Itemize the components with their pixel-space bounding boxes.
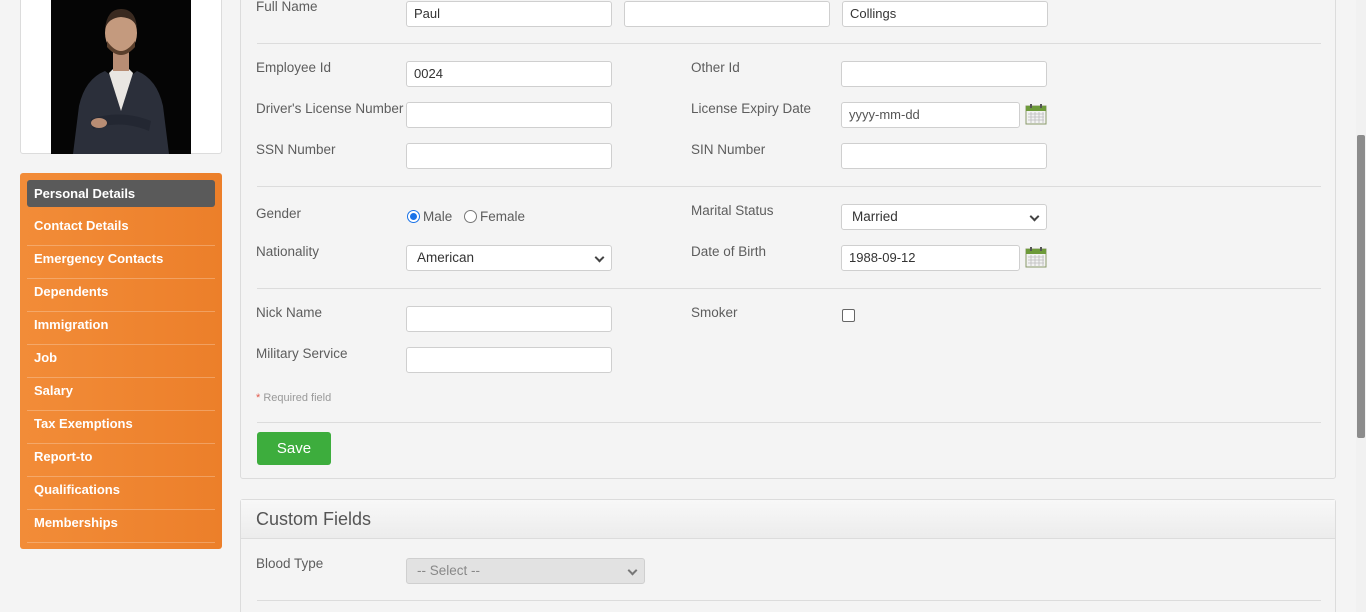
full-name-label: Full Name: [256, 0, 318, 14]
chevron-down-icon: [627, 565, 638, 576]
calendar-icon[interactable]: [1025, 103, 1047, 125]
profile-photo-frame: [20, 0, 222, 154]
sidebar-item-emergency-contacts[interactable]: Emergency Contacts: [27, 246, 215, 279]
sidebar-item-contact-details[interactable]: Contact Details: [27, 213, 215, 246]
license-number-label: Driver's License Number: [256, 101, 404, 116]
last-name-field[interactable]: Collings: [842, 1, 1048, 27]
required-text: Required field: [260, 392, 332, 404]
license-expiry-field[interactable]: yyyy-mm-dd: [841, 102, 1020, 128]
gender-label: Gender: [256, 206, 302, 221]
calendar-icon[interactable]: [1025, 246, 1047, 268]
sidebar-item-qualifications[interactable]: Qualifications: [27, 477, 215, 510]
sidebar-item-tax-exemptions[interactable]: Tax Exemptions: [27, 411, 215, 444]
nick-name-label: Nick Name: [256, 305, 323, 320]
date-of-birth-label: Date of Birth: [691, 244, 767, 259]
save-button[interactable]: Save: [257, 432, 331, 465]
date-of-birth-field[interactable]: 1988-09-12: [841, 245, 1020, 271]
divider: [257, 186, 1321, 187]
required-field-note: * Required field: [256, 392, 331, 404]
other-id-label: Other Id: [691, 60, 740, 75]
gender-male-radio[interactable]: [407, 210, 420, 223]
gender-female-label[interactable]: Female: [480, 209, 525, 224]
employee-id-label: Employee Id: [256, 60, 332, 75]
smoker-label: Smoker: [691, 305, 738, 320]
blood-type-select[interactable]: -- Select --: [406, 558, 645, 584]
marital-status-label: Marital Status: [691, 203, 774, 218]
sidebar-item-immigration[interactable]: Immigration: [27, 312, 215, 345]
sidebar-item-job[interactable]: Job: [27, 345, 215, 378]
nationality-select[interactable]: American: [406, 245, 612, 271]
scrollbar-thumb[interactable]: [1357, 135, 1365, 438]
sidebar-item-dependents[interactable]: Dependents: [27, 279, 215, 312]
marital-status-value: Married: [852, 209, 898, 224]
employee-photo-image: [51, 0, 191, 154]
sidebar-item-report-to[interactable]: Report-to: [27, 444, 215, 477]
sidebar-item-salary[interactable]: Salary: [27, 378, 215, 411]
license-expiry-label: License Expiry Date: [691, 101, 812, 116]
sidebar-item-personal-details[interactable]: Personal Details: [27, 180, 215, 207]
divider: [257, 288, 1321, 289]
ssn-label: SSN Number: [256, 142, 336, 157]
custom-fields-panel: Custom Fields Blood Type -- Select --: [240, 499, 1336, 612]
nationality-value: American: [417, 250, 475, 265]
employee-side-menu: Personal Details Contact Details Emergen…: [20, 173, 222, 549]
military-service-label: Military Service: [256, 346, 348, 361]
gender-male-label[interactable]: Male: [423, 209, 452, 224]
sidebar-item-memberships[interactable]: Memberships: [27, 510, 215, 543]
divider: [257, 43, 1321, 44]
sin-field[interactable]: [841, 143, 1047, 169]
personal-details-panel: Full Name Paul Collings Employee Id 0024…: [240, 0, 1336, 479]
first-name-field[interactable]: Paul: [406, 1, 612, 27]
chevron-down-icon: [1029, 211, 1040, 222]
nationality-label: Nationality: [256, 244, 320, 259]
divider: [257, 600, 1321, 601]
custom-fields-title: Custom Fields: [241, 500, 1335, 539]
license-number-field[interactable]: [406, 102, 612, 128]
nick-name-field[interactable]: [406, 306, 612, 332]
ssn-field[interactable]: [406, 143, 612, 169]
page-scrollbar[interactable]: [1356, 0, 1366, 612]
middle-name-field[interactable]: [624, 1, 830, 27]
chevron-down-icon: [594, 252, 605, 263]
marital-status-select[interactable]: Married: [841, 204, 1047, 230]
other-id-field[interactable]: [841, 61, 1047, 87]
employee-id-field[interactable]: 0024: [406, 61, 612, 87]
divider: [257, 422, 1321, 423]
blood-type-label: Blood Type: [256, 556, 324, 571]
sin-label: SIN Number: [691, 142, 766, 157]
gender-female-radio[interactable]: [464, 210, 477, 223]
profile-photo[interactable]: [51, 0, 191, 154]
smoker-checkbox[interactable]: [842, 309, 855, 322]
military-service-field[interactable]: [406, 347, 612, 373]
blood-type-value: -- Select --: [417, 563, 481, 578]
